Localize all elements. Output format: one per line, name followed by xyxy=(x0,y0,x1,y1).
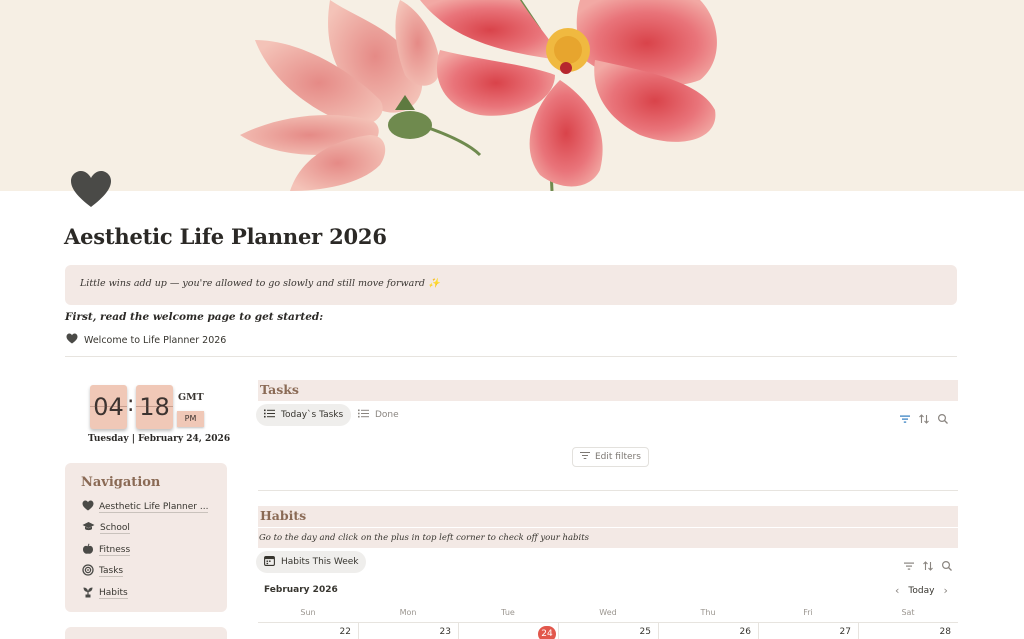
clock-timezone: GMT xyxy=(178,392,204,403)
habits-description: Go to the day and click on the plus in t… xyxy=(259,533,589,543)
weekday-label: Sat xyxy=(901,608,915,617)
clock-separator: : xyxy=(127,392,135,417)
tab-todays-tasks[interactable]: Today`s Tasks xyxy=(256,404,352,426)
welcome-page-link[interactable]: Welcome to Life Planner 2026 xyxy=(66,333,226,347)
nav-item-planner[interactable]: Aesthetic Life Planner ... xyxy=(82,500,209,514)
nav-item-habits[interactable]: Habits xyxy=(82,586,128,601)
filter-icon[interactable] xyxy=(903,557,915,570)
sort-icon[interactable] xyxy=(918,410,930,424)
graduation-cap-icon xyxy=(82,521,95,535)
tasks-title: Tasks xyxy=(260,382,299,397)
divider xyxy=(258,490,958,491)
edit-filters-label: Edit filters xyxy=(595,452,641,462)
callout-block: Little wins add up — you're allowed to g… xyxy=(65,265,957,305)
plant-icon xyxy=(82,586,94,601)
today-button[interactable]: Today xyxy=(908,586,934,596)
weekday-label: Thu xyxy=(700,608,716,617)
calendar-day-number: 26 xyxy=(739,627,751,637)
navigation-panel: Navigation Aesthetic Life Planner ... Sc… xyxy=(65,463,227,612)
edit-filters-button[interactable]: Edit filters xyxy=(572,447,649,467)
navigation-title: Navigation xyxy=(81,475,161,490)
habits-header: Habits xyxy=(258,506,958,527)
nav-item-label: Fitness xyxy=(99,545,131,556)
heart-icon xyxy=(82,500,94,514)
tab-habits-this-week[interactable]: Habits This Week xyxy=(256,551,367,573)
list-icon xyxy=(358,409,369,421)
filter-icon[interactable] xyxy=(899,410,911,423)
nav-item-fitness[interactable]: Fitness xyxy=(82,543,131,558)
tasks-header: Tasks xyxy=(258,380,958,401)
weekday-label: Tue xyxy=(501,608,515,617)
calendar-day-number: 28 xyxy=(939,627,951,637)
secondary-panel xyxy=(65,627,227,639)
calendar-day-number: 27 xyxy=(839,627,851,637)
page-title: Aesthetic Life Planner 2026 xyxy=(64,224,387,249)
sort-icon[interactable] xyxy=(922,557,934,571)
weekday-label: Mon xyxy=(399,608,417,617)
nav-item-tasks[interactable]: Tasks xyxy=(82,564,124,579)
habits-title: Habits xyxy=(260,508,307,523)
divider xyxy=(65,356,957,357)
tab-label: Habits This Week xyxy=(281,557,359,567)
cover-image xyxy=(0,0,1024,191)
clock-hours: 04 xyxy=(90,385,127,429)
flower-illustration xyxy=(240,0,717,191)
clock-ampm: PM xyxy=(177,411,204,427)
welcome-link-label: Welcome to Life Planner 2026 xyxy=(84,334,227,346)
calendar-icon xyxy=(264,555,275,569)
calendar-today-marker: 24 xyxy=(538,626,556,639)
calendar-day-number: 22 xyxy=(339,627,351,637)
nav-item-school[interactable]: School xyxy=(82,521,130,535)
weekday-label: Wed xyxy=(599,608,617,617)
calendar-navigation: ‹ Today › xyxy=(895,584,948,597)
nav-item-label: School xyxy=(100,522,130,534)
search-icon[interactable] xyxy=(941,557,953,571)
weekday-label: Fri xyxy=(803,608,813,617)
tab-label: Today`s Tasks xyxy=(281,410,344,420)
nav-item-label: Habits xyxy=(99,588,128,599)
tab-done[interactable]: Done xyxy=(350,404,407,426)
calendar-day-number: 23 xyxy=(439,627,451,637)
heart-icon[interactable] xyxy=(68,167,114,213)
target-icon xyxy=(82,564,94,579)
nav-item-label: Aesthetic Life Planner ... xyxy=(99,501,209,513)
search-icon[interactable] xyxy=(937,410,949,424)
chevron-left-icon[interactable]: ‹ xyxy=(895,584,899,597)
first-read-text: First, read the welcome page to get star… xyxy=(65,311,324,323)
chevron-right-icon[interactable]: › xyxy=(943,584,947,597)
weekday-label: Sun xyxy=(300,608,316,617)
clock-minutes: 18 xyxy=(136,385,173,429)
calendar-day-number: 25 xyxy=(639,627,651,637)
clock-date: Tuesday | February 24, 2026 xyxy=(88,434,231,444)
calendar-month: February 2026 xyxy=(264,585,338,595)
heart-icon xyxy=(66,333,78,347)
callout-text: Little wins add up — you're allowed to g… xyxy=(80,278,440,289)
list-icon xyxy=(264,409,275,421)
habits-description-block: Go to the day and click on the plus in t… xyxy=(258,528,958,548)
apple-icon xyxy=(82,543,94,558)
nav-item-label: Tasks xyxy=(99,566,124,577)
filter-icon xyxy=(580,451,590,463)
tab-label: Done xyxy=(375,410,399,420)
